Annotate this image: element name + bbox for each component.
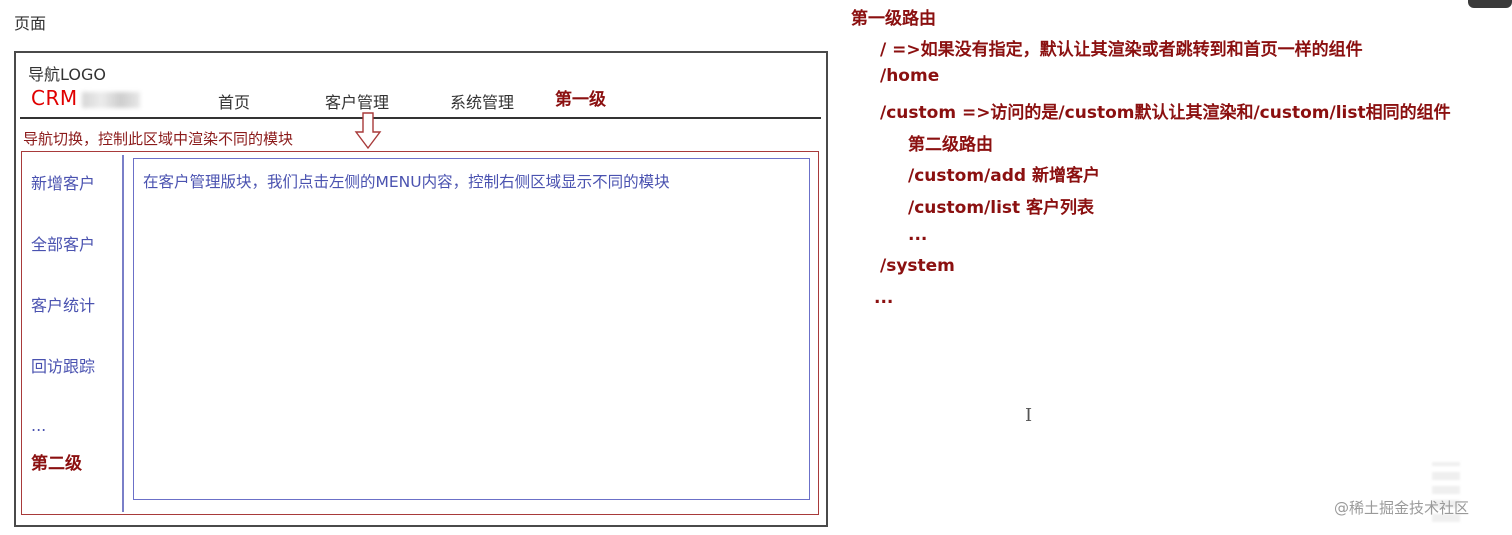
page-label: 页面 <box>14 14 47 33</box>
down-arrow-icon <box>354 112 382 150</box>
menu-item-add-customer[interactable]: 新增客户 <box>31 170 95 194</box>
route-custom: /custom =>访问的是/custom默认让其渲染和/custom/list… <box>880 103 1451 123</box>
menu-item-customer-stats[interactable]: 客户统计 <box>31 292 95 316</box>
menu-item-all-customers[interactable]: 全部客户 <box>31 231 95 255</box>
nav-item-home[interactable]: 首页 <box>218 89 250 113</box>
level-one-label: 第一级 <box>555 90 606 110</box>
nav-note: 导航切换，控制此区域中渲染不同的模块 <box>23 130 294 148</box>
content-area-box <box>133 158 810 500</box>
nav-logo-label: 导航LOGO <box>28 65 106 84</box>
route-root: / =>如果没有指定，默认让其渲染或者跳转到和首页一样的组件 <box>880 40 1363 60</box>
route-level-one-title: 第一级路由 <box>851 9 936 29</box>
blurred-logo-text <box>82 92 140 108</box>
scrollbar-thumb[interactable] <box>1468 0 1512 8</box>
menu-divider <box>122 155 124 512</box>
route-custom-list: /custom/list 客户列表 <box>908 198 1095 218</box>
nav-item-customer-management[interactable]: 客户管理 <box>325 89 389 113</box>
nav-item-system-management[interactable]: 系统管理 <box>450 89 514 113</box>
route-level-two-title: 第二级路由 <box>908 135 993 155</box>
text-cursor-icon: I <box>1025 405 1033 426</box>
route-custom-add: /custom/add 新增客户 <box>908 166 1100 186</box>
nav-divider <box>20 117 821 119</box>
level-two-label: 第二级 <box>31 454 82 474</box>
menu-item-more: ... <box>31 416 47 435</box>
route-system: /system <box>880 256 955 276</box>
menu-item-follow-up[interactable]: 回访跟踪 <box>31 353 95 377</box>
route-home: /home <box>880 66 940 86</box>
content-description: 在客户管理版块，我们点击左侧的MENU内容，控制右侧区域显示不同的模块 <box>143 173 670 191</box>
crm-label: CRM <box>31 86 78 110</box>
watermark: @稀土掘金技术社区 <box>1334 499 1470 517</box>
route-ellipsis-sub: ... <box>908 225 928 245</box>
route-ellipsis: ... <box>874 288 894 308</box>
